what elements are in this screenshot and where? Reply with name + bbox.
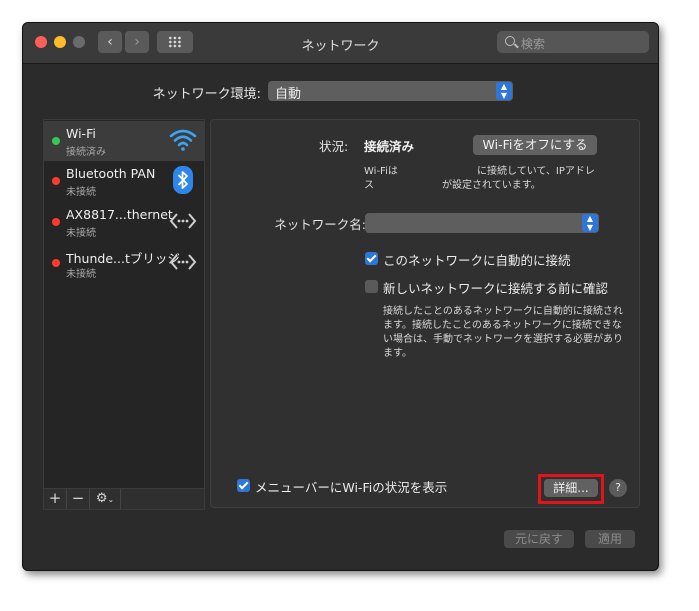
status-description: ス: [364, 180, 374, 191]
help-text: ます。接続したことのあるネットワークに接続できな: [383, 320, 622, 331]
location-label: ネットワーク環境:: [152, 87, 261, 102]
show-in-menubar-checkbox[interactable]: [237, 479, 250, 492]
ask-join-checkbox[interactable]: [365, 280, 378, 293]
location-popup[interactable]: 自動 ▲ ▼: [268, 81, 513, 102]
search-icon: [505, 36, 515, 46]
search-placeholder: 検索: [521, 37, 546, 51]
auto-join-checkbox[interactable]: [365, 252, 378, 265]
help-text: い場合は、手動でネットワークを選択する必要があり: [383, 334, 623, 345]
network-name-label: ネットワーク名:: [274, 217, 366, 232]
status-label: 状況:: [319, 139, 349, 154]
service-item-wifi[interactable]: Wi-Fi 接続済み: [44, 121, 204, 161]
status-description: に接続していて、IPアドレ: [477, 166, 595, 177]
service-item-ax8817-ethernet[interactable]: AX8817...thernet 未接続: [44, 202, 204, 242]
bluetooth-icon: [173, 166, 193, 194]
ethernet-arrows-icon: [169, 254, 197, 270]
gear-menu-button[interactable]: ⚙⌄: [90, 489, 121, 509]
status-description: Wi-Fiは: [364, 166, 398, 177]
network-name-popup[interactable]: ▲ ▼: [365, 213, 599, 233]
status-value: 接続済み: [364, 139, 415, 154]
service-status: 接続済み: [66, 147, 106, 158]
service-name: Wi-Fi: [66, 126, 96, 141]
service-name: AX8817...thernet: [66, 207, 173, 222]
help-text: 接続したことのあるネットワークに自動的に接続され: [383, 306, 623, 317]
help-text: ます。: [383, 348, 412, 359]
gear-icon: ⚙: [95, 491, 108, 506]
status-dot-red: [52, 259, 60, 267]
title-bar: ‹ › ネットワーク 検索: [23, 23, 658, 64]
service-item-bluetooth-pan[interactable]: Bluetooth PAN 未接続: [44, 161, 204, 201]
help-button[interactable]: ?: [609, 479, 627, 497]
network-preferences-window: ‹ › ネットワーク 検索 ネットワーク環境: 自動 ▲ ▼ Wi-Fi 接続済み: [22, 22, 659, 571]
service-list: Wi-Fi 接続済み Bluetooth PAN 未接続 AX8817...th…: [43, 119, 205, 494]
status-dot-red: [52, 177, 60, 185]
highlight-box: [538, 474, 604, 504]
show-in-menubar-label: メニューバーにWi-Fiの状況を表示: [255, 480, 448, 495]
service-status: 未接続: [66, 269, 96, 280]
wifi-off-button[interactable]: Wi-Fiをオフにする: [473, 135, 597, 155]
sidebar-toolbar: + − ⚙⌄: [43, 488, 205, 510]
apply-button[interactable]: 適用: [585, 530, 635, 548]
location-value: 自動: [275, 87, 302, 102]
search-field[interactable]: 検索: [497, 31, 649, 53]
status-dot-red: [52, 218, 60, 226]
chevron-updown-icon: ▲ ▼: [496, 82, 512, 100]
remove-service-button[interactable]: −: [67, 489, 90, 509]
chevron-down-icon: ⌄: [107, 495, 115, 504]
chevron-updown-icon: ▲ ▼: [582, 214, 598, 232]
status-description: が設定されています。: [442, 180, 541, 191]
status-dot-green: [52, 137, 60, 145]
auto-join-label: このネットワークに自動的に接続: [383, 253, 571, 268]
service-item-thunderbolt-bridge[interactable]: Thunde...tブリッジ 未接続: [44, 243, 204, 283]
revert-button[interactable]: 元に戻す: [504, 530, 574, 548]
service-status: 未接続: [66, 187, 96, 198]
service-name: Bluetooth PAN: [66, 166, 156, 181]
ask-join-label: 新しいネットワークに接続する前に確認: [383, 281, 609, 296]
add-service-button[interactable]: +: [44, 489, 67, 509]
wifi-icon: [169, 129, 197, 151]
ethernet-arrows-icon: [169, 213, 197, 229]
detail-panel: 状況: 接続済み Wi-Fiをオフにする Wi-Fiは に接続していて、IPアド…: [210, 119, 640, 508]
service-status: 未接続: [66, 228, 96, 239]
